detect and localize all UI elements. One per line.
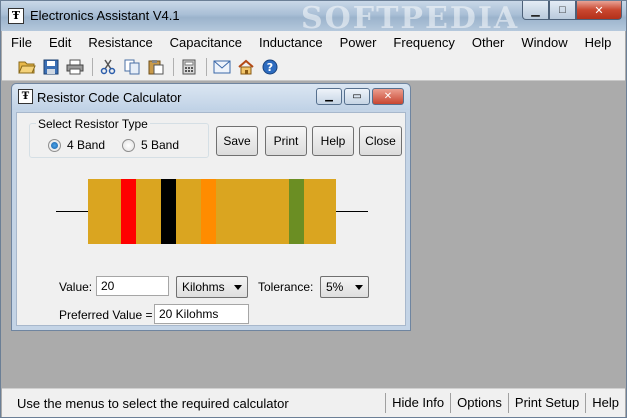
home-icon[interactable]	[237, 58, 255, 76]
menu-window[interactable]: Window	[521, 35, 567, 50]
toolbar-separator	[173, 57, 174, 76]
dialog-title: Resistor Code Calculator	[37, 90, 182, 105]
chevron-down-icon	[355, 285, 363, 290]
help-button[interactable]: Help	[312, 126, 354, 156]
status-bar: Use the menus to select the required cal…	[2, 388, 625, 417]
chevron-down-icon	[234, 285, 242, 290]
radio-5-band-dot[interactable]	[122, 138, 135, 152]
unit-select[interactable]: Kilohms	[176, 276, 248, 298]
band-1	[121, 179, 136, 244]
title-bar: Ŧ Electronics Assistant V4.1 SOFTPEDIA ▁…	[1, 1, 626, 36]
menu-inductance[interactable]: Inductance	[259, 35, 323, 50]
resistor-lead-right	[336, 211, 368, 212]
save-button[interactable]: Save	[216, 126, 258, 156]
band-4	[289, 179, 304, 244]
minimize-button[interactable]: ▁	[522, 1, 549, 20]
tolerance-select-value: 5%	[326, 280, 344, 294]
toolbar-separator	[206, 57, 207, 76]
dialog-app-icon: Ŧ	[18, 89, 33, 104]
toolbar: ?	[2, 53, 625, 81]
hide-info-button[interactable]: Hide Info	[385, 393, 450, 413]
value-label: Value:	[59, 280, 93, 294]
menu-resistance[interactable]: Resistance	[88, 35, 152, 50]
preferred-value-field: 20 Kilohms	[154, 304, 249, 324]
close-dialog-button[interactable]: Close	[359, 126, 402, 156]
print-icon[interactable]	[66, 58, 84, 76]
close-button[interactable]: ✕	[576, 1, 622, 20]
resistor-body	[88, 179, 336, 244]
calculator-icon[interactable]	[180, 58, 198, 76]
svg-text:?: ?	[267, 61, 273, 74]
menu-power[interactable]: Power	[340, 35, 377, 50]
resistor-lead-left	[56, 211, 88, 212]
radio-4-band-label: 4 Band	[67, 138, 106, 152]
menu-edit[interactable]: Edit	[49, 35, 71, 50]
toolbar-separator	[92, 57, 93, 76]
unit-select-value: Kilohms	[182, 280, 225, 294]
dialog-maximize-button[interactable]: ▭	[344, 88, 370, 105]
options-button[interactable]: Options	[450, 393, 508, 413]
status-help-button[interactable]: Help	[585, 393, 625, 413]
cut-icon[interactable]	[99, 58, 117, 76]
help-icon[interactable]: ?	[261, 58, 279, 76]
menu-file[interactable]: File	[11, 35, 32, 50]
radio-5-band-label: 5 Band	[141, 138, 180, 152]
menu-frequency[interactable]: Frequency	[393, 35, 454, 50]
menu-other[interactable]: Other	[472, 35, 505, 50]
print-setup-button[interactable]: Print Setup	[507, 393, 585, 413]
dialog-title-bar: Ŧ Resistor Code Calculator ▁ ▭ ✕	[12, 84, 410, 110]
radio-4-band-dot[interactable]	[48, 138, 61, 152]
print-button[interactable]: Print	[265, 126, 307, 156]
main-window: Ŧ Electronics Assistant V4.1 SOFTPEDIA ▁…	[0, 0, 627, 418]
menu-capacitance[interactable]: Capacitance	[170, 35, 242, 50]
paste-icon[interactable]	[147, 58, 165, 76]
tolerance-select[interactable]: 5%	[320, 276, 369, 298]
menu-help[interactable]: Help	[585, 35, 612, 50]
app-icon: Ŧ	[8, 8, 24, 24]
dialog-close-button[interactable]: ✕	[372, 88, 404, 105]
copy-icon[interactable]	[123, 58, 141, 76]
menu-bar: File Edit Resistance Capacitance Inducta…	[2, 31, 625, 53]
resistor-code-dialog: Ŧ Resistor Code Calculator ▁ ▭ ✕ Select …	[11, 83, 411, 331]
tolerance-label: Tolerance:	[258, 280, 314, 294]
open-folder-icon[interactable]	[18, 58, 36, 76]
group-label: Select Resistor Type	[36, 117, 150, 131]
status-text: Use the menus to select the required cal…	[17, 395, 289, 411]
resistor-type-group: Select Resistor Type 4 Band 5 Band	[29, 117, 209, 158]
band-3	[201, 179, 216, 244]
preferred-value-label: Preferred Value =	[59, 308, 153, 322]
dialog-minimize-button[interactable]: ▁	[316, 88, 342, 105]
maximize-button[interactable]: □	[549, 1, 576, 20]
email-icon[interactable]	[213, 58, 231, 76]
dialog-body: Select Resistor Type 4 Band 5 Band Save …	[16, 112, 406, 326]
radio-5-band[interactable]: 5 Band	[122, 138, 179, 152]
band-2	[161, 179, 176, 244]
radio-4-band[interactable]: 4 Band	[48, 138, 105, 152]
app-title: Electronics Assistant V4.1	[30, 8, 180, 23]
value-input[interactable]: 20	[96, 276, 169, 296]
save-icon[interactable]	[42, 58, 60, 76]
